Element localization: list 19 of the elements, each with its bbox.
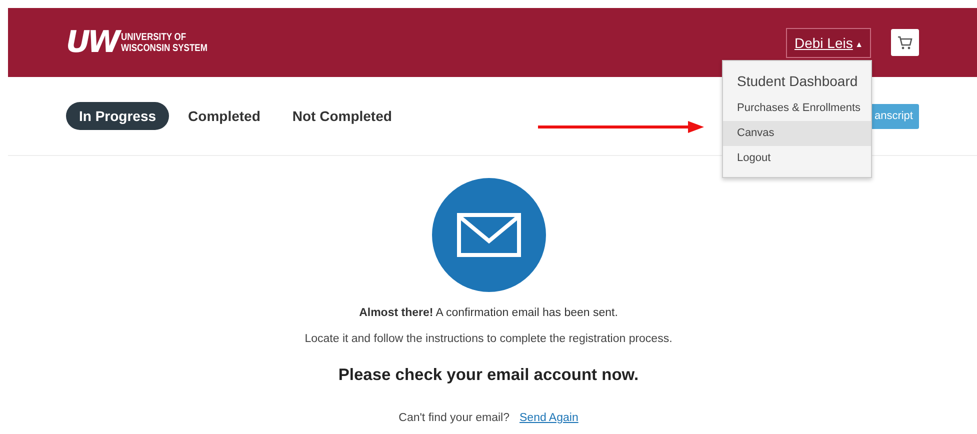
logo-text: WISCONSIN SYSTEM	[121, 42, 208, 54]
tab[interactable]: Not Completed	[279, 102, 405, 130]
menu-item[interactable]: Logout	[723, 146, 871, 171]
logo-text: UNIVERSITY OF	[121, 32, 188, 42]
tab[interactable]: In Progress	[66, 102, 170, 130]
user-menu-button[interactable]: Debi Leis▲	[786, 28, 871, 58]
cart-button[interactable]	[891, 29, 919, 56]
cart-icon	[897, 34, 913, 50]
confirmation-text: Almost there! A confirmation email has been sent.	[359, 307, 618, 319]
arrow-icon	[538, 121, 704, 133]
menu-item[interactable]: Student Dashboard	[723, 66, 871, 96]
instruction-text: Locate it and follow the instructions to complete the registration process.	[304, 333, 672, 345]
check-email-heading: Please check your email account now.	[338, 366, 639, 385]
menu-item[interactable]: Purchases & Enrollments	[723, 96, 871, 121]
menu-item[interactable]: Canvas	[723, 121, 871, 146]
tab[interactable]: Completed	[175, 102, 274, 130]
logo-mark[interactable]: UW	[66, 28, 118, 58]
send-again-link[interactable]: Send Again	[520, 412, 578, 424]
prompt-text: Can't find your email?	[398, 412, 510, 424]
